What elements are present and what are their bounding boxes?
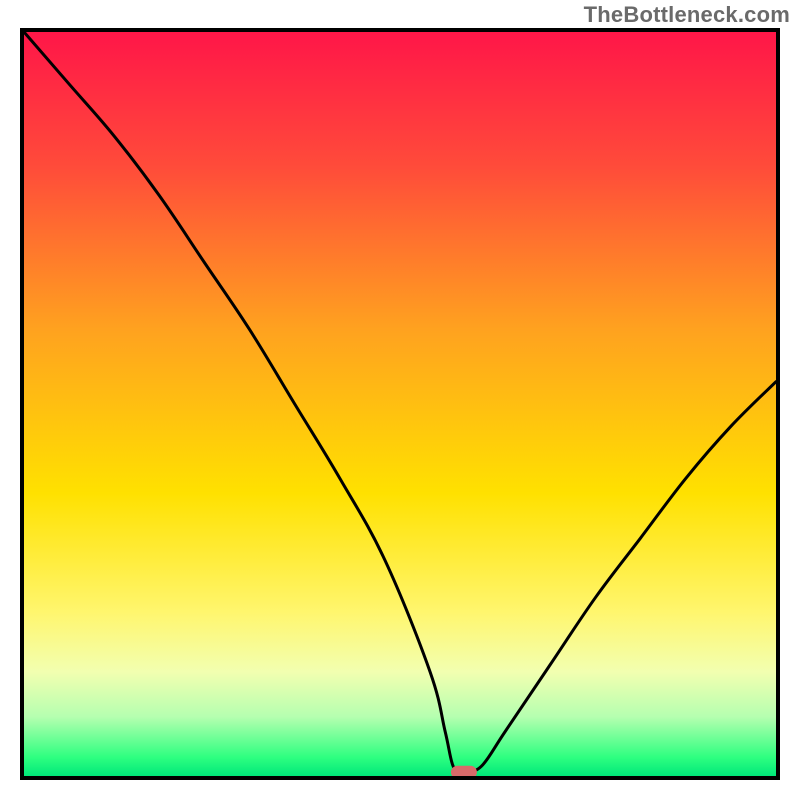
chart-container: TheBottleneck.com	[0, 0, 800, 800]
plot-frame	[20, 28, 780, 780]
watermark-text: TheBottleneck.com	[584, 2, 790, 28]
plot-svg	[20, 28, 780, 780]
gradient-background	[24, 32, 776, 776]
